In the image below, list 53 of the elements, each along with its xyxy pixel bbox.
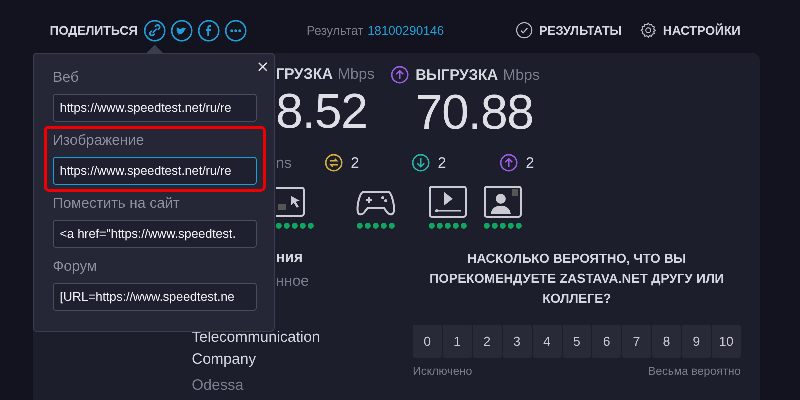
provider-title: ния — [276, 249, 304, 268]
input-field[interactable]: [URL=https://www.speedtest.ne — [53, 283, 257, 311]
field-label: Веб — [53, 70, 80, 86]
share-label: ПОДЕЛИТЬСЯ — [50, 24, 138, 38]
field-label: Форум — [53, 259, 98, 275]
cursor-window-icon — [276, 186, 306, 218]
score-button[interactable]: 7 — [622, 325, 652, 358]
speed-value: 70.88 — [416, 86, 534, 140]
video-player-icon — [429, 186, 467, 218]
speed-label: ВЫГРУЗКА Mbps — [416, 66, 540, 84]
settings-icon — [640, 22, 658, 39]
field-label: Поместить на сайт — [53, 196, 181, 212]
link-icon[interactable] — [144, 20, 166, 42]
download-icon — [412, 154, 430, 172]
person-screen-icon — [484, 186, 522, 218]
bird-icon[interactable] — [170, 20, 193, 42]
score-button[interactable]: 2 — [472, 325, 502, 358]
stat-value: 2 — [438, 154, 446, 172]
input-field[interactable]: https://www.speedtest.net/ru/re — [53, 157, 257, 185]
upload-icon — [500, 154, 518, 172]
score-button[interactable]: 4 — [532, 325, 562, 358]
result-label: Результат — [306, 24, 364, 38]
survey-question: НАСКОЛЬКО ВЕРОЯТНО, ЧТО ВЫ ПОРЕКОМЕНДУЕТЕ ZASTAVA.NET ДРУГУ ИЛИ КОЛЛЕГЕ? — [428, 250, 726, 308]
score-button[interactable]: 8 — [652, 325, 682, 358]
score-button[interactable]: 5 — [562, 325, 592, 358]
field-label: Изображение — [53, 133, 146, 149]
scale-low-label: Исключено — [413, 366, 472, 378]
check-circle-icon — [516, 22, 534, 39]
letter-f-icon[interactable] — [198, 20, 220, 42]
isp-name: Telecommunication Company — [192, 328, 322, 370]
score-button[interactable]: 0 — [413, 325, 442, 358]
provider-subtitle: нное — [276, 273, 310, 292]
ping-unit: ns — [276, 154, 293, 172]
city-name: Odessa — [192, 377, 245, 394]
score-button[interactable]: 6 — [592, 325, 622, 358]
close-icon — [258, 62, 268, 72]
score-button[interactable]: 9 — [682, 325, 712, 358]
input-field[interactable]: <a href="https://www.speedtest. — [53, 220, 257, 248]
stat-value: 2 — [351, 154, 360, 172]
speed-value: 8.52 — [276, 85, 368, 139]
nav-link[interactable]: НАСТРОЙКИ — [663, 24, 741, 38]
jitter-icon — [325, 154, 343, 172]
speed-label: ГРУЗКА Mbps — [276, 66, 375, 83]
nav-link[interactable]: РЕЗУЛЬТАТЫ — [539, 24, 622, 38]
score-button[interactable]: 10 — [712, 325, 741, 358]
more-icon[interactable] — [224, 20, 247, 42]
score-button[interactable]: 3 — [502, 325, 532, 358]
stat-value: 2 — [526, 154, 534, 172]
scale-high-label: Весьма вероятно — [648, 366, 741, 378]
score-button[interactable]: 1 — [442, 325, 472, 358]
result-id-link[interactable]: 18100290146 — [368, 24, 444, 38]
upload-icon — [390, 66, 409, 84]
input-field[interactable]: https://www.speedtest.net/ru/re — [53, 94, 257, 122]
